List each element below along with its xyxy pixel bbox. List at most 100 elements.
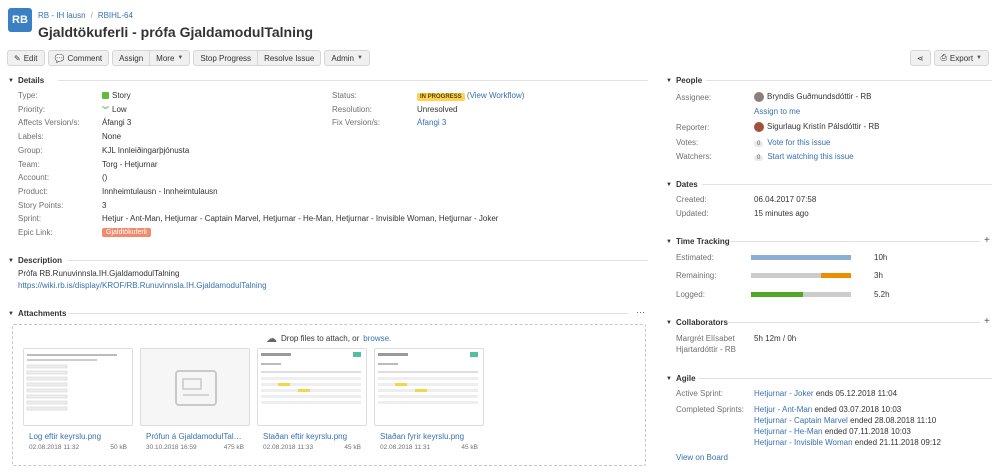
chevron-down-icon: ▼ [357, 55, 363, 61]
agile-toggle[interactable]: ▼ Agile [666, 374, 696, 383]
resolution-label: Resolution: [332, 105, 373, 114]
completed-sprint-link[interactable]: Hetjurnar - Captain Marvel [754, 416, 848, 425]
team-value[interactable]: Torg - Hetjurnar [102, 160, 158, 169]
completed-sprint-link[interactable]: Hetjurnar - Invisible Woman [754, 438, 853, 447]
vote-link[interactable]: Vote for this issue [767, 138, 830, 147]
attachment-name-link[interactable]: Staðan fyrir keyrslu.png [380, 432, 476, 441]
project-avatar[interactable]: RB [8, 8, 32, 32]
attachment-thumbnail[interactable] [140, 348, 250, 426]
assign-to-me-link[interactable]: Assign to me [754, 107, 800, 116]
account-value[interactable]: () [102, 173, 107, 182]
attachment-thumbnail[interactable] [23, 348, 133, 426]
resolution-value: Unresolved [417, 105, 458, 114]
product-value[interactable]: Innheimtulausn - Innheimtulausn [102, 187, 218, 196]
stop-progress-button[interactable]: Stop Progress [193, 50, 259, 66]
votes-label: Votes: [676, 138, 699, 147]
type-value: Story [102, 91, 131, 100]
account-label: Account: [18, 173, 50, 182]
labels-label: Labels: [18, 132, 44, 141]
attachment-thumbnail[interactable] [257, 348, 367, 426]
completed-sprint-item: Hetjurnar - Invisible Woman ended 21.11.… [754, 438, 941, 447]
breadcrumb-issue-link[interactable]: RBIHL-64 [98, 11, 133, 20]
attachment-name-link[interactable]: Staðan eftir keyrslu.png [263, 432, 359, 441]
edit-button[interactable]: ✎ Edit [7, 50, 45, 66]
completed-sprint-link[interactable]: Hetjur - Ant-Man [754, 405, 812, 414]
watch-link[interactable]: Start watching this issue [767, 152, 853, 161]
reporter-label: Reporter: [676, 123, 710, 132]
remaining-label: Remaining: [676, 271, 717, 280]
drop-files-area: ☁ Drop files to attach, or browse. [266, 333, 392, 345]
created-value: 06.04.2017 07:58 [754, 195, 817, 204]
assignee-value[interactable]: Bryndís Guðmundsdóttir - RB [754, 92, 871, 102]
fix-version-link[interactable]: Áfangi 3 [417, 118, 446, 127]
attachment-meta: 02.08.2018 11:31 45 kB [380, 444, 478, 451]
votes-count: 0 [754, 141, 764, 147]
fix-version-label: Fix Version/s: [332, 118, 381, 127]
description-toggle[interactable]: ▼ Description [8, 256, 62, 265]
breadcrumb: RB - IH lausn / RBIHL-64 [38, 11, 133, 20]
people-toggle[interactable]: ▼ People [666, 76, 702, 85]
updated-value: 15 minutes ago [754, 209, 809, 218]
attachment-meta: 30.10.2018 16:59 475 kB [146, 444, 244, 451]
view-workflow-link[interactable]: (View Workflow) [467, 91, 525, 100]
breadcrumb-project-link[interactable]: RB - IH lausn [38, 11, 86, 20]
export-button[interactable]: ⎙ Export ▼ [933, 50, 989, 66]
dates-toggle[interactable]: ▼ Dates [666, 180, 698, 189]
browse-link[interactable]: browse. [363, 334, 391, 343]
chevron-down-icon: ▼ [8, 77, 14, 84]
completed-sprint-link[interactable]: Hetjurnar - He-Man [754, 427, 822, 436]
active-sprint-value: Hetjurnar - Joker ends 05.12.2018 11:04 [754, 389, 898, 398]
labels-value[interactable]: None [102, 132, 121, 141]
comment-button[interactable]: 💬 Comment [47, 50, 110, 66]
share-icon: ⋖ [916, 53, 924, 63]
view-on-board-link[interactable]: View on Board [676, 453, 728, 462]
avatar [754, 92, 764, 102]
status-label: Status: [332, 91, 357, 100]
epic-link-value[interactable]: Gjaldtökuferli [102, 227, 151, 237]
attachment-thumbnail[interactable] [374, 348, 484, 426]
completed-sprint-item: Hetjurnar - Captain Marvel ended 28.08.2… [754, 416, 937, 425]
workflow-group: Stop Progress Resolve Issue [193, 50, 322, 66]
more-button[interactable]: More ▼ [149, 50, 191, 66]
divider [58, 80, 648, 81]
reporter-value[interactable]: Sigurlaug Kristín Pálsdóttir - RB [754, 122, 880, 132]
attachments-toggle[interactable]: ▼ Attachments [8, 309, 66, 318]
active-sprint-label: Active Sprint: [676, 389, 724, 398]
attachment-name-link[interactable]: Log eftir keyrslu.png [29, 432, 129, 441]
divider [730, 241, 980, 242]
details-toggle[interactable]: ▼ Details [8, 76, 44, 85]
attachment-name-link[interactable]: Prófun á GjaldamodulTalning [146, 432, 242, 441]
assign-button[interactable]: Assign [112, 50, 151, 66]
divider [68, 313, 628, 314]
chevron-down-icon: ▼ [666, 238, 672, 245]
affects-version-label: Affects Version/s: [18, 118, 80, 127]
cloud-upload-icon: ☁ [266, 333, 277, 345]
assign-more-group: Assign More ▼ [112, 50, 191, 66]
sprint-value[interactable]: Hetjur - Ant-Man, Hetjurnar - Captain Ma… [102, 214, 498, 223]
share-button[interactable]: ⋖ [909, 50, 931, 66]
priority-value: ︾ Low [102, 105, 127, 114]
chevron-down-icon: ▼ [8, 257, 14, 264]
admin-button[interactable]: Admin ▼ [324, 50, 370, 66]
affects-version-value: Áfangi 3 [102, 118, 132, 127]
add-time-icon[interactable]: + [984, 235, 990, 246]
resolve-issue-button[interactable]: Resolve Issue [257, 50, 322, 66]
collaborator-name-cont: Hjartardóttir - RB [676, 345, 737, 354]
log-screenshot-thumbnail [26, 354, 117, 411]
story-icon [102, 92, 109, 100]
chevron-down-icon: ▼ [666, 181, 672, 188]
toolbar-right: ⋖ ⎙ Export ▼ [909, 50, 989, 66]
collaborators-toggle[interactable]: ▼ Collaborators [666, 318, 728, 327]
add-collaborator-icon[interactable]: + [984, 316, 990, 327]
issue-title[interactable]: Gjaldtökuferli - prófa GjaldamodulTalnin… [38, 24, 313, 40]
description-wiki-link[interactable]: https://wiki.rb.is/display/KROF/RB.Runuv… [18, 281, 267, 290]
completed-sprint-item: Hetjurnar - He-Man ended 07.11.2018 10:0… [754, 427, 911, 436]
more-options-icon[interactable]: ··· [636, 307, 645, 317]
story-points-value[interactable]: 3 [102, 201, 106, 210]
chevron-down-icon: ▼ [666, 319, 672, 326]
group-value[interactable]: KJL Innleiðingarþjónusta [102, 146, 189, 155]
epic-lozenge[interactable]: Gjaldtökuferli [102, 228, 151, 237]
active-sprint-link[interactable]: Hetjurnar - Joker [754, 389, 814, 398]
time-tracking-toggle[interactable]: ▼ Time Tracking [666, 237, 730, 246]
app-screenshot-thumbnail [261, 352, 361, 404]
